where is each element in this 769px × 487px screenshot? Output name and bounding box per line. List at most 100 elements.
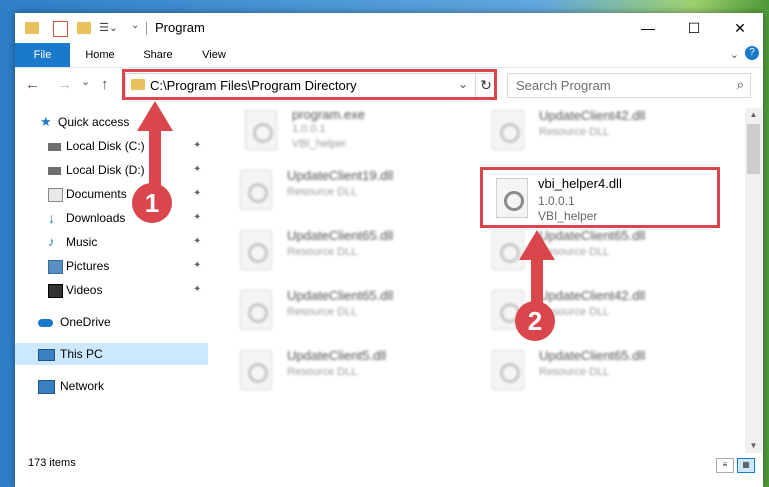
pin-icon[interactable]: ✦: [193, 135, 201, 157]
item-count: 173 items: [28, 457, 76, 469]
file-detail: VBI_helper: [292, 138, 347, 150]
sidebar-item-label: Documents: [66, 187, 127, 201]
address-highlight-box: [122, 69, 497, 100]
recent-locations-button[interactable]: ⌄: [81, 75, 90, 88]
tab-file[interactable]: File: [15, 43, 70, 67]
dll-file-icon: [240, 350, 272, 390]
application-icon: [245, 110, 277, 150]
sidebar-item-music[interactable]: ♪ Music ✦: [48, 231, 208, 253]
vertical-scrollbar[interactable]: ▲ ▼: [745, 108, 762, 453]
file-item[interactable]: UpdateClient42.dll Resource DLL: [484, 108, 714, 168]
title-separator: [146, 22, 147, 35]
close-button[interactable]: ✕: [717, 13, 763, 43]
file-detail: Resource DLL: [539, 126, 610, 138]
sidebar-item-label: Music: [66, 235, 98, 249]
tab-home[interactable]: Home: [73, 43, 127, 67]
scroll-thumb[interactable]: [747, 124, 760, 174]
file-item[interactable]: UpdateClient65.dll Resource DLL: [232, 228, 462, 288]
details-view-button[interactable]: ≡: [716, 458, 734, 473]
file-detail: 1.0.0.1: [292, 123, 326, 135]
file-highlight-box: [480, 167, 720, 228]
dll-file-icon: [492, 350, 524, 390]
dll-file-icon: [240, 290, 272, 330]
music-icon: ♪: [48, 234, 55, 249]
back-button[interactable]: ←: [25, 76, 40, 93]
expand-ribbon-icon[interactable]: ⌄: [730, 48, 739, 61]
file-name: program.exe: [292, 107, 365, 122]
pin-icon[interactable]: ✦: [193, 255, 201, 277]
file-detail: Resource DLL: [287, 186, 358, 198]
tab-share[interactable]: Share: [131, 43, 185, 67]
properties-icon[interactable]: [53, 21, 68, 37]
forward-button[interactable]: →: [57, 76, 72, 93]
help-icon[interactable]: ?: [745, 46, 759, 60]
file-list: program.exe 1.0.0.1 VBI_helper UpdateCli…: [222, 107, 742, 453]
sidebar-item-pictures[interactable]: Pictures ✦: [48, 255, 208, 277]
window-title: Program: [155, 20, 205, 35]
pictures-icon: [48, 260, 63, 274]
sidebar-item-network[interactable]: Network: [38, 375, 208, 397]
customize-toolbar-icon[interactable]: ⌄: [131, 20, 139, 36]
drive-icon: [48, 167, 61, 175]
large-icons-view-button[interactable]: ▦: [737, 458, 755, 473]
minimize-button[interactable]: —: [625, 13, 671, 43]
sidebar-item-videos[interactable]: Videos ✦: [48, 279, 208, 301]
new-folder-icon[interactable]: [77, 22, 91, 34]
tab-view[interactable]: View: [187, 43, 241, 67]
sidebar-item-label: OneDrive: [60, 315, 111, 329]
explorer-window: ☰⌄ ⌄ Program — ☐ ✕ File Home Share View …: [15, 13, 763, 487]
sidebar-item-label: Quick access: [58, 115, 130, 129]
pin-icon[interactable]: ✦: [193, 231, 201, 253]
search-input[interactable]: Search Program ⌕: [507, 73, 751, 98]
annotation-badge-1: 1: [132, 183, 172, 223]
videos-icon: [48, 284, 63, 298]
pin-icon[interactable]: ✦: [193, 159, 201, 181]
status-bar: 173 items ≡ ▦: [15, 453, 763, 477]
file-item[interactable]: UpdateClient5.dll Resource DLL: [232, 348, 462, 408]
folder-icon: [25, 22, 39, 34]
star-icon: ★: [40, 114, 52, 129]
cloud-icon: [38, 319, 53, 327]
up-button[interactable]: ↑: [101, 76, 109, 93]
file-detail: Resource DLL: [539, 366, 610, 378]
sidebar-item-local-disk-c[interactable]: Local Disk (C:) ✦: [48, 135, 208, 157]
maximize-button[interactable]: ☐: [671, 13, 717, 43]
sidebar-item-label: Local Disk (C:): [66, 139, 145, 153]
file-item[interactable]: program.exe 1.0.0.1 VBI_helper: [237, 107, 467, 168]
quick-access-toolbar-icon[interactable]: ☰⌄: [99, 21, 119, 35]
download-icon: ↓: [48, 210, 55, 226]
file-name: UpdateClient19.dll: [287, 168, 394, 183]
sidebar-item-downloads[interactable]: ↓ Downloads ✦: [48, 207, 208, 229]
search-placeholder: Search Program: [516, 78, 611, 93]
file-name: UpdateClient65.dll: [539, 348, 646, 363]
sidebar-item-label: Network: [60, 379, 105, 393]
sidebar-item-label: Local Disk (D:): [66, 163, 145, 177]
pin-icon[interactable]: ✦: [193, 183, 201, 205]
scroll-down-icon[interactable]: ▼: [745, 439, 762, 453]
annotation-arrow-1: [137, 101, 173, 186]
sidebar-item-local-disk-d[interactable]: Local Disk (D:) ✦: [48, 159, 208, 181]
dll-file-icon: [240, 230, 272, 270]
navigation-pane: ★ Quick access Local Disk (C:) ✦ Local D…: [15, 108, 208, 448]
sidebar-item-label: This PC: [60, 347, 103, 361]
file-name: UpdateClient42.dll: [539, 108, 646, 123]
sidebar-item-quick-access[interactable]: ★ Quick access: [40, 111, 205, 133]
pin-icon[interactable]: ✦: [193, 207, 201, 229]
network-icon: [38, 380, 55, 394]
pin-icon[interactable]: ✦: [193, 279, 201, 301]
file-item[interactable]: UpdateClient19.dll Resource DLL: [232, 168, 462, 228]
sidebar-item-label: Videos: [66, 283, 103, 297]
ribbon-tabs: File Home Share View ⌄ ?: [15, 43, 763, 68]
title-bar: ☰⌄ ⌄ Program — ☐ ✕: [15, 13, 763, 43]
computer-icon: [38, 349, 55, 361]
sidebar-item-onedrive[interactable]: OneDrive: [38, 311, 208, 333]
file-item[interactable]: UpdateClient65.dll Resource DLL: [232, 288, 462, 348]
sidebar-item-this-pc[interactable]: This PC: [15, 343, 208, 365]
file-name: UpdateClient65.dll: [287, 288, 394, 303]
sidebar-item-label: Pictures: [66, 259, 110, 273]
file-item[interactable]: UpdateClient65.dll Resource DLL: [484, 348, 714, 408]
sidebar-item-label: Downloads: [66, 211, 126, 225]
dll-file-icon: [492, 110, 524, 150]
scroll-up-icon[interactable]: ▲: [745, 108, 762, 122]
sidebar-item-documents[interactable]: Documents ✦: [48, 183, 208, 205]
